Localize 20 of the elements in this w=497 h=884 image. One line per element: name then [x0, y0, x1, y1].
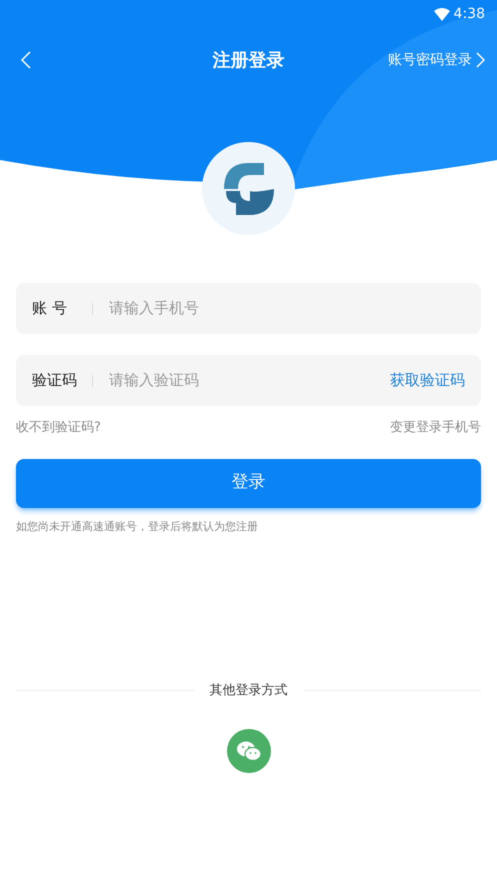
- password-login-link[interactable]: 账号密码登录: [388, 50, 485, 70]
- form-field[interactable]: 验证码 请输入验证码 获取验证码: [16, 355, 481, 406]
- chat-login-button[interactable]: [226, 728, 270, 772]
- chevron-right-icon: [476, 52, 485, 68]
- login-button[interactable]: 登录: [16, 458, 481, 508]
- field-label: 账 号: [32, 298, 68, 320]
- form-field[interactable]: 账 号 请输入手机号: [16, 283, 481, 334]
- status-time: 4:38: [454, 4, 485, 24]
- page-title: 注册登录: [212, 50, 284, 70]
- get-code-link[interactable]: 获取验证码: [390, 369, 465, 392]
- field-label: 验证码: [32, 370, 78, 392]
- input-field[interactable]: 请输入验证码: [109, 369, 390, 392]
- section-title: 其他登录方式: [210, 682, 288, 700]
- wifi-icon: [434, 8, 450, 20]
- input-field[interactable]: 请输入手机号: [109, 297, 465, 320]
- chat-bubbles-icon: [236, 740, 262, 762]
- register-notice: 如您尚未开通高速通账号，登录后将默认为您注册: [16, 518, 259, 534]
- back-icon[interactable]: [20, 50, 32, 70]
- no-code-link[interactable]: 收不到验证码?: [16, 418, 101, 438]
- change-phone-link[interactable]: 变更登录手机号: [390, 418, 481, 438]
